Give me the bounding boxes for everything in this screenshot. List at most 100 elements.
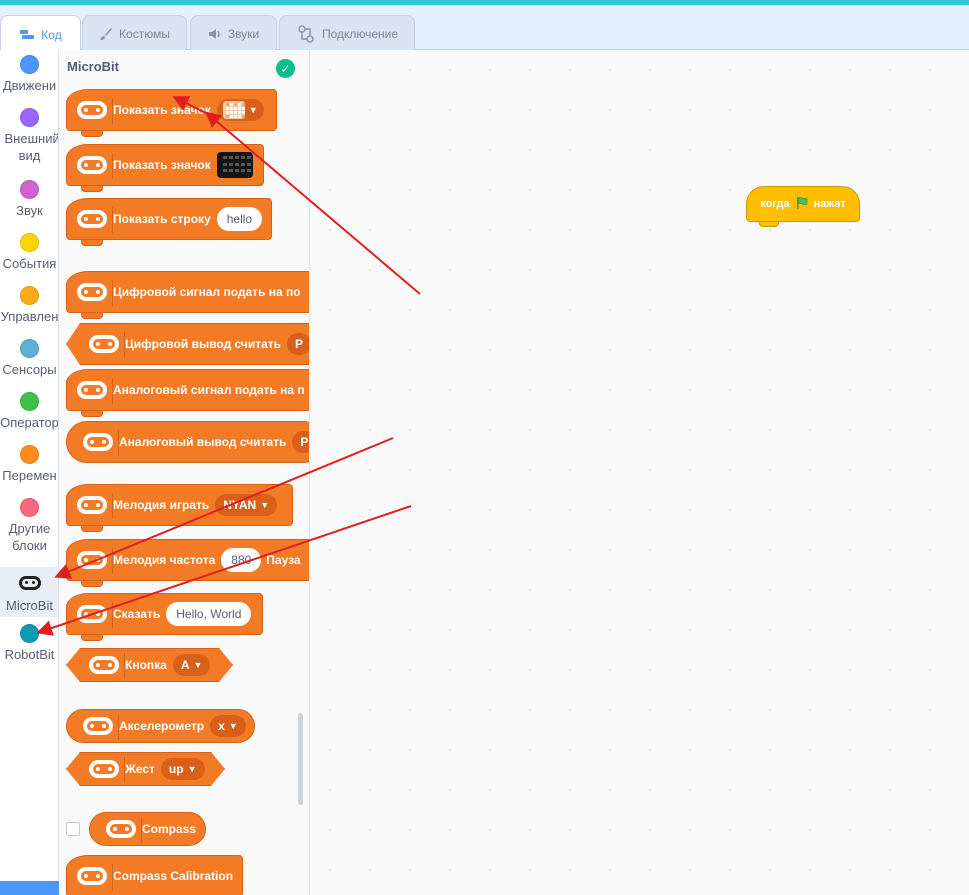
chevron-down-icon: ▼ xyxy=(228,721,238,731)
category-operators-label: Оператор xyxy=(0,415,59,430)
category-events-label: События xyxy=(2,256,57,271)
connection-icon xyxy=(296,24,316,43)
string-input[interactable]: hello xyxy=(216,207,263,231)
button-dropdown[interactable]: A ▼ xyxy=(173,654,211,676)
category-sensing-dot xyxy=(20,339,39,358)
gesture-dropdown[interactable]: up ▼ xyxy=(161,758,205,780)
category-variables[interactable]: Перемен xyxy=(0,445,58,484)
block-palette: MicroBit ✓ Показать значок ▼ Показать зн… xyxy=(59,50,310,895)
microbit-block-icon xyxy=(83,717,113,735)
event-suffix: нажат xyxy=(813,198,846,210)
category-sensing[interactable]: Сенсоры xyxy=(0,339,58,378)
category-bottom-button[interactable] xyxy=(0,881,59,895)
block-label: Показать значок xyxy=(113,103,211,117)
microbit-block-icon xyxy=(77,551,107,569)
category-variables-dot xyxy=(20,445,39,464)
code-icon xyxy=(19,29,35,41)
microbit-block-icon xyxy=(77,210,107,228)
tab-connection[interactable]: Подключение xyxy=(279,15,415,51)
block-label: Показать значок xyxy=(113,158,211,172)
block-digital-write[interactable]: Цифровой сигнал подать на по xyxy=(66,271,309,319)
microbit-block-icon xyxy=(89,656,119,674)
block-gesture[interactable]: Жест up ▼ xyxy=(66,752,225,786)
category-control[interactable]: Управлен xyxy=(0,286,59,325)
block-label: Жест xyxy=(125,762,155,776)
chevron-down-icon: ▼ xyxy=(187,764,197,774)
pin-value: P xyxy=(300,435,309,449)
say-input[interactable]: Hello, World xyxy=(166,602,252,626)
when-flag-clicked-block[interactable]: когда нажат xyxy=(746,186,860,227)
category-sound-label: Звук xyxy=(16,203,43,218)
axis-value: x xyxy=(218,719,225,733)
block-play-melody[interactable]: Мелодия играть NYAN ▼ xyxy=(66,484,293,532)
category-motion-label: Движени xyxy=(2,78,57,93)
category-my-blocks[interactable]: Другие блоки xyxy=(0,498,58,554)
pin-dropdown[interactable]: P xyxy=(287,333,310,355)
category-events[interactable]: События xyxy=(0,233,58,272)
category-looks-dot xyxy=(20,108,39,127)
category-microbit[interactable]: MicroBit xyxy=(0,567,58,617)
block-compass-calibration[interactable]: Compass Calibration xyxy=(66,855,243,895)
block-show-icon-dropdown[interactable]: Показать значок ▼ xyxy=(66,89,277,137)
category-sensing-label: Сенсоры xyxy=(2,362,57,377)
check-circle-icon[interactable]: ✓ xyxy=(276,59,295,78)
microbit-block-icon xyxy=(77,156,107,174)
tab-bar: Код Костюмы Звуки Подключение xyxy=(0,5,969,53)
block-digital-read[interactable]: Цифровой вывод считать P xyxy=(66,323,310,365)
block-label: Цифровой сигнал подать на по xyxy=(113,285,301,299)
palette-scrollbar[interactable] xyxy=(298,713,303,805)
pause-label: Пауза xyxy=(266,553,301,567)
tab-sounds-label: Звуки xyxy=(227,26,260,41)
category-robotbit[interactable]: RobotBit xyxy=(0,624,58,663)
tab-code[interactable]: Код xyxy=(0,15,81,53)
microbit-block-icon xyxy=(77,496,107,514)
block-label: Сказать xyxy=(113,607,161,621)
axis-dropdown[interactable]: x ▼ xyxy=(210,715,246,737)
melody-value: NYAN xyxy=(223,498,257,512)
category-sound[interactable]: Звук xyxy=(0,180,58,219)
event-prefix: когда xyxy=(760,198,790,210)
pin-dropdown[interactable]: P xyxy=(292,431,309,453)
block-accelerometer[interactable]: Акселерометр x ▼ xyxy=(66,709,255,743)
category-looks-label: Внешний вид xyxy=(4,131,59,163)
category-sound-dot xyxy=(20,180,39,199)
button-value: A xyxy=(180,658,190,672)
microbit-block-icon xyxy=(77,283,107,301)
tab-costumes[interactable]: Костюмы xyxy=(82,15,187,51)
compass-checkbox[interactable] xyxy=(66,822,80,836)
microbit-block-icon xyxy=(89,335,119,353)
block-label: Цифровой вывод считать xyxy=(125,337,282,351)
heart-matrix-icon xyxy=(222,101,245,119)
speaker-icon xyxy=(208,28,222,40)
block-label: Показать строку xyxy=(113,212,211,226)
block-compass[interactable]: Compass xyxy=(89,812,206,846)
microbit-block-icon xyxy=(77,605,107,623)
icon-matrix-dropdown[interactable]: ▼ xyxy=(216,99,264,121)
microbit-icon xyxy=(18,576,41,590)
category-looks[interactable]: Внешний вид xyxy=(0,108,59,164)
microbit-block-icon xyxy=(77,101,107,119)
microbit-block-icon xyxy=(77,381,107,399)
block-show-icon-image[interactable]: Показать значок xyxy=(66,144,264,192)
category-operators-dot xyxy=(20,392,39,411)
microbit-block-icon xyxy=(89,760,119,778)
block-say[interactable]: Сказать Hello, World xyxy=(66,593,263,641)
melody-dropdown[interactable]: NYAN ▼ xyxy=(215,494,278,516)
code-workspace[interactable]: когда нажат xyxy=(310,50,969,895)
tab-sounds[interactable]: Звуки xyxy=(190,15,277,51)
category-my-blocks-dot xyxy=(20,498,39,517)
category-control-label: Управлен xyxy=(0,309,59,324)
block-button[interactable]: Кнопка A ▼ xyxy=(66,648,233,682)
category-operators[interactable]: Оператор xyxy=(0,392,59,431)
category-my-blocks-label: Другие блоки xyxy=(8,521,51,553)
frequency-input[interactable]: 880 xyxy=(221,548,262,572)
gesture-value: up xyxy=(168,762,184,776)
block-show-string[interactable]: Показать строку hello xyxy=(66,198,272,246)
block-analog-read[interactable]: Аналоговый вывод считать P xyxy=(66,421,309,463)
block-analog-write[interactable]: Аналоговый сигнал подать на п xyxy=(66,369,309,417)
block-melody-frequency[interactable]: Мелодия частота 880 Пауза xyxy=(66,539,309,587)
led-matrix-icon[interactable] xyxy=(216,152,253,178)
block-label: Аналоговый вывод считать xyxy=(119,435,287,449)
category-motion[interactable]: Движени xyxy=(0,55,58,94)
category-robotbit-dot xyxy=(20,624,39,643)
